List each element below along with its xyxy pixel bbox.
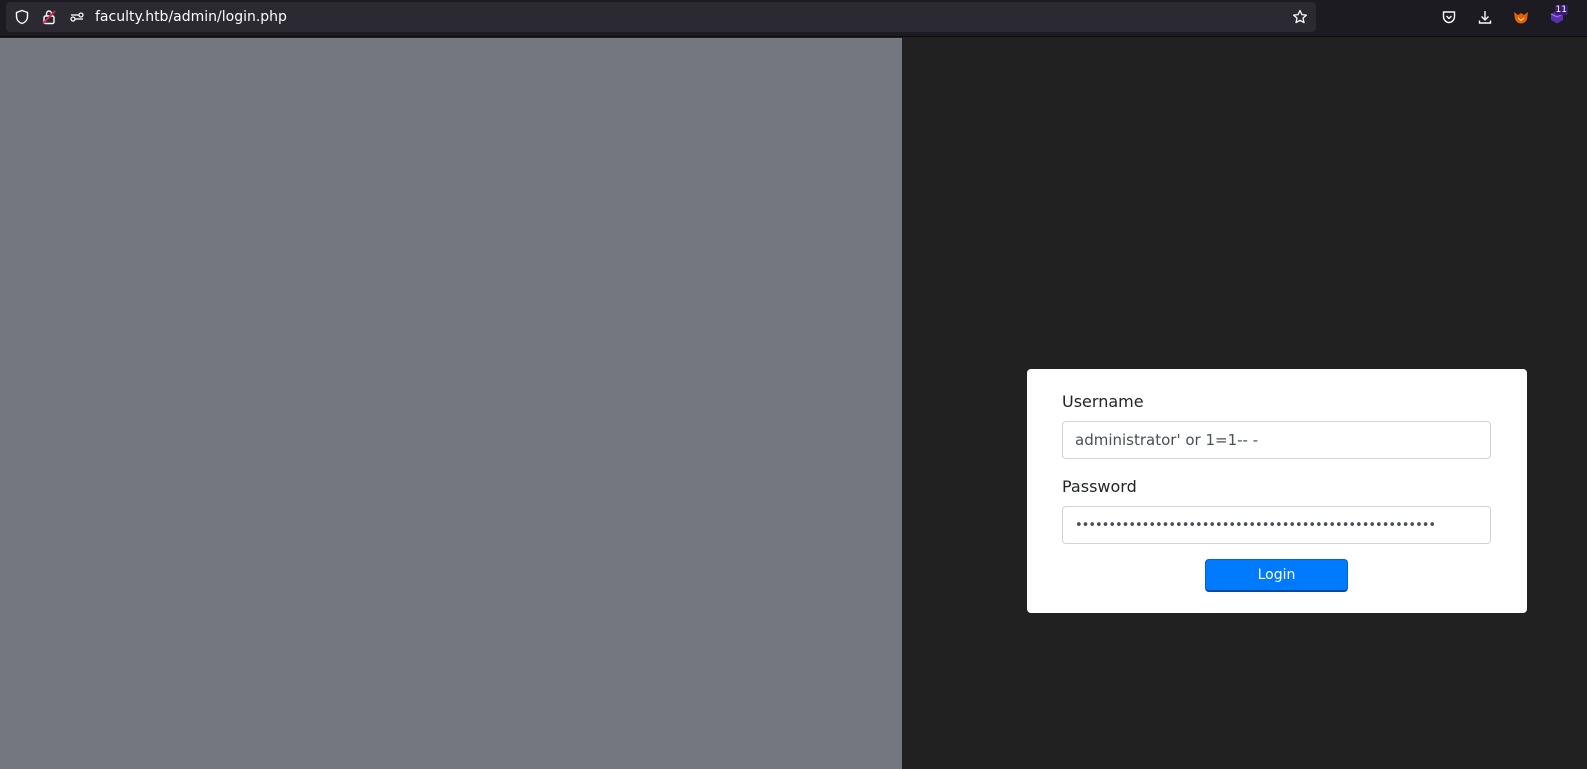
extension-badge: 11 [1554,5,1568,15]
shield-icon[interactable] [14,9,30,25]
url-text[interactable]: faculty.htb/admin/login.php [95,8,287,26]
address-bar[interactable]: faculty.htb/admin/login.php [6,2,1316,32]
password-input[interactable] [1062,506,1491,544]
insecure-lock-icon[interactable] [41,9,57,25]
password-label: Password [1062,477,1137,496]
star-icon[interactable] [1292,9,1308,25]
login-button[interactable]: Login [1205,559,1348,592]
permissions-icon[interactable] [69,9,85,25]
username-label: Username [1062,392,1144,411]
login-card: Username Password Login [1027,369,1527,613]
left-panel [0,38,902,769]
pocket-icon[interactable] [1440,8,1458,26]
username-input[interactable] [1062,421,1491,459]
fox-extension-icon[interactable] [1512,8,1530,26]
extension-icon[interactable]: 11 [1548,5,1568,26]
browser-toolbar: faculty.htb/admin/login.php 11 [0,0,1587,37]
download-icon[interactable] [1476,8,1494,26]
